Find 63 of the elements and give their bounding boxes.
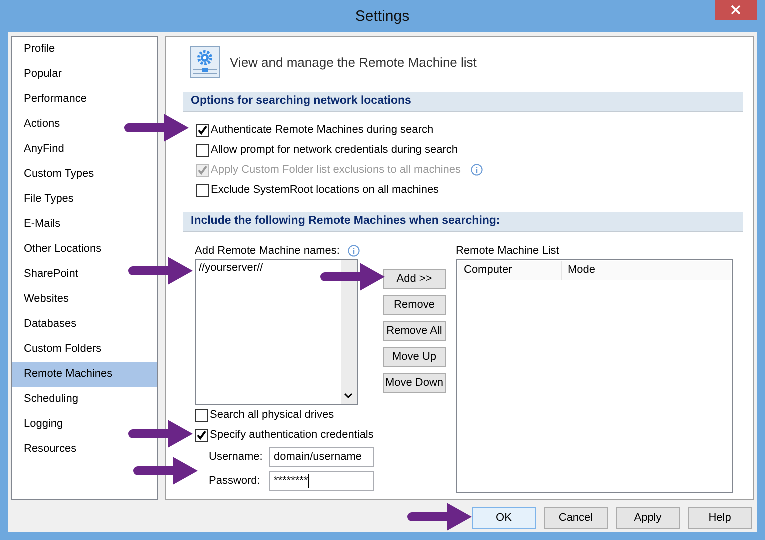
- field-label: Username:: [209, 451, 264, 463]
- list-button[interactable]: Remove: [383, 295, 446, 315]
- sidebar-item[interactable]: Websites: [12, 287, 74, 312]
- sidebar-item[interactable]: Custom Folders: [12, 337, 106, 362]
- list-button[interactable]: Add >>: [383, 269, 446, 289]
- checkbox-label: Search all physical drives: [210, 409, 334, 421]
- panel-heading: View and manage the Remote Machine list: [230, 54, 477, 70]
- sidebar-item[interactable]: Actions: [12, 112, 64, 137]
- password-field[interactable]: ********: [269, 471, 374, 491]
- sidebar-item[interactable]: Profile: [12, 37, 60, 62]
- column-header[interactable]: Computer: [458, 261, 562, 280]
- arrow-icon: [133, 455, 199, 487]
- arrow-icon: [128, 255, 194, 287]
- checkbox[interactable]: [196, 144, 209, 156]
- sidebar-item[interactable]: Remote Machines: [12, 362, 157, 387]
- list-title: Remote Machine List: [456, 244, 560, 256]
- field-label: Add Remote Machine names:: [195, 244, 340, 256]
- sidebar-item[interactable]: Databases: [12, 312, 81, 337]
- sidebar-item[interactable]: Custom Types: [12, 162, 98, 187]
- window-title: Settings: [355, 8, 410, 24]
- sidebar-item[interactable]: SharePoint: [12, 262, 82, 287]
- settings-icon: [190, 46, 220, 78]
- sidebar-item[interactable]: Logging: [12, 412, 68, 437]
- arrow-icon: [124, 112, 190, 144]
- close-button[interactable]: [715, 0, 757, 20]
- dialog-button[interactable]: Apply: [616, 507, 680, 529]
- info-icon: [471, 164, 484, 176]
- sidebar-item[interactable]: File Types: [12, 187, 78, 212]
- sidebar-item[interactable]: Scheduling: [12, 387, 82, 412]
- sidebar-item[interactable]: Other Locations: [12, 237, 106, 262]
- caret-down-icon: [344, 393, 353, 399]
- sidebar-item[interactable]: AnyFind: [12, 137, 68, 162]
- checkbox-label: Apply Custom Folder list exclusions to all machines: [211, 164, 462, 176]
- scrollbar[interactable]: [341, 260, 357, 404]
- checkbox-label: Specify authentication credentials: [210, 429, 374, 441]
- section-header: Include the following Remote Machines when searching:: [183, 212, 743, 232]
- checkbox-label: Allow prompt for network credentials during search: [211, 144, 458, 156]
- column-header[interactable]: Mode: [562, 261, 596, 280]
- checkbox-label: Authenticate Remote Machines during search: [211, 124, 434, 136]
- sidebar-item[interactable]: Popular: [12, 62, 66, 87]
- close-icon: [731, 5, 741, 15]
- list-button[interactable]: Move Up: [383, 347, 446, 367]
- sidebar-item[interactable]: Performance: [12, 87, 91, 112]
- dialog-button[interactable]: Help: [688, 507, 752, 529]
- list-button[interactable]: Move Down: [383, 373, 446, 393]
- checkbox[interactable]: [195, 408, 208, 422]
- field-label: Password:: [209, 475, 262, 487]
- list-button[interactable]: Remove All: [383, 321, 446, 341]
- sidebar-item[interactable]: Resources: [12, 437, 81, 462]
- arrow-icon: [407, 501, 473, 533]
- username-field[interactable]: domain/username: [269, 447, 374, 467]
- dialog-button[interactable]: Cancel: [544, 507, 608, 529]
- checkbox[interactable]: [196, 124, 209, 136]
- arrow-icon: [128, 418, 194, 450]
- sidebar-item[interactable]: E-Mails: [12, 212, 65, 237]
- checkbox[interactable]: [196, 184, 209, 196]
- names-input-field[interactable]: //yourserver//: [195, 259, 358, 405]
- info-icon: [348, 244, 360, 256]
- arrow-icon: [320, 261, 386, 293]
- dialog-button[interactable]: OK: [472, 507, 536, 529]
- section-header: Options for searching network locations: [183, 92, 743, 112]
- checkbox-label: Exclude SystemRoot locations on all machines: [211, 184, 440, 196]
- checkbox[interactable]: [195, 428, 208, 442]
